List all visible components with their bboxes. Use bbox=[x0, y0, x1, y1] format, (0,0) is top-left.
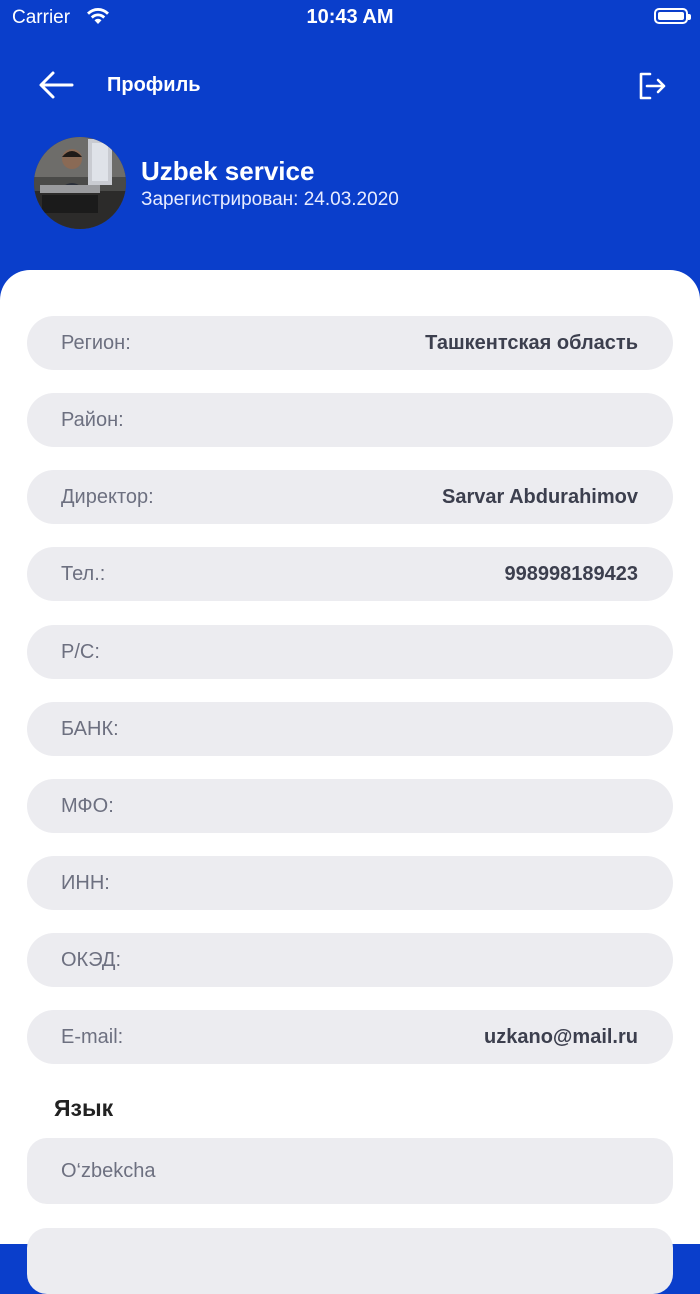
page-title: Профиль bbox=[107, 74, 201, 96]
field-label: Тел.: bbox=[61, 563, 106, 585]
language-section-title: Язык bbox=[54, 1095, 114, 1121]
language-option-label: O‘zbekcha bbox=[61, 1160, 156, 1182]
field-label: Директор: bbox=[61, 486, 154, 508]
language-option-uzbek[interactable]: O‘zbekcha bbox=[27, 1138, 673, 1204]
field-email: E-mail: uzkano@mail.ru bbox=[27, 1010, 673, 1064]
field-value: Ташкентская область bbox=[425, 332, 638, 354]
battery-icon bbox=[654, 8, 691, 24]
logout-icon[interactable] bbox=[636, 70, 668, 102]
field-label: ОКЭД: bbox=[61, 949, 122, 971]
field-label: Р/С: bbox=[61, 641, 100, 663]
registration-date: Зарегистрирован: 24.03.2020 bbox=[141, 189, 399, 210]
avatar-photo bbox=[34, 137, 126, 229]
field-oked: ОКЭД: bbox=[27, 933, 673, 987]
field-label: E-mail: bbox=[61, 1026, 124, 1048]
arrow-left-icon[interactable] bbox=[38, 70, 74, 100]
field-value: 998998189423 bbox=[504, 563, 638, 585]
field-mfo: МФО: bbox=[27, 779, 673, 833]
avatar[interactable] bbox=[34, 137, 126, 229]
navbar: Профиль bbox=[0, 60, 700, 112]
field-region: Регион: Ташкентская область bbox=[27, 316, 673, 370]
profile-details-sheet: Регион: Ташкентская область Район: Дирек… bbox=[0, 270, 700, 1294]
field-value: Sarvar Abdurahimov bbox=[442, 486, 638, 508]
field-label: Район: bbox=[61, 409, 124, 431]
field-bank: БАНК: bbox=[27, 702, 673, 756]
profile-header: Carrier 10:43 AM Профиль Uzbek service З… bbox=[0, 0, 700, 300]
field-label: БАНК: bbox=[61, 718, 119, 740]
status-time: 10:43 AM bbox=[306, 6, 394, 28]
field-value: uzkano@mail.ru bbox=[484, 1026, 638, 1048]
field-director: Директор: Sarvar Abdurahimov bbox=[27, 470, 673, 524]
company-name: Uzbek service bbox=[141, 156, 315, 186]
field-phone: Тел.: 998998189423 bbox=[27, 547, 673, 601]
field-inn: ИНН: bbox=[27, 856, 673, 910]
field-district: Район: bbox=[27, 393, 673, 447]
field-account: Р/С: bbox=[27, 625, 673, 679]
language-option-second[interactable] bbox=[27, 1228, 673, 1294]
field-label: МФО: bbox=[61, 795, 114, 817]
field-label: Регион: bbox=[61, 332, 131, 354]
status-bar: Carrier 10:43 AM bbox=[0, 0, 700, 36]
field-label: ИНН: bbox=[61, 872, 110, 894]
